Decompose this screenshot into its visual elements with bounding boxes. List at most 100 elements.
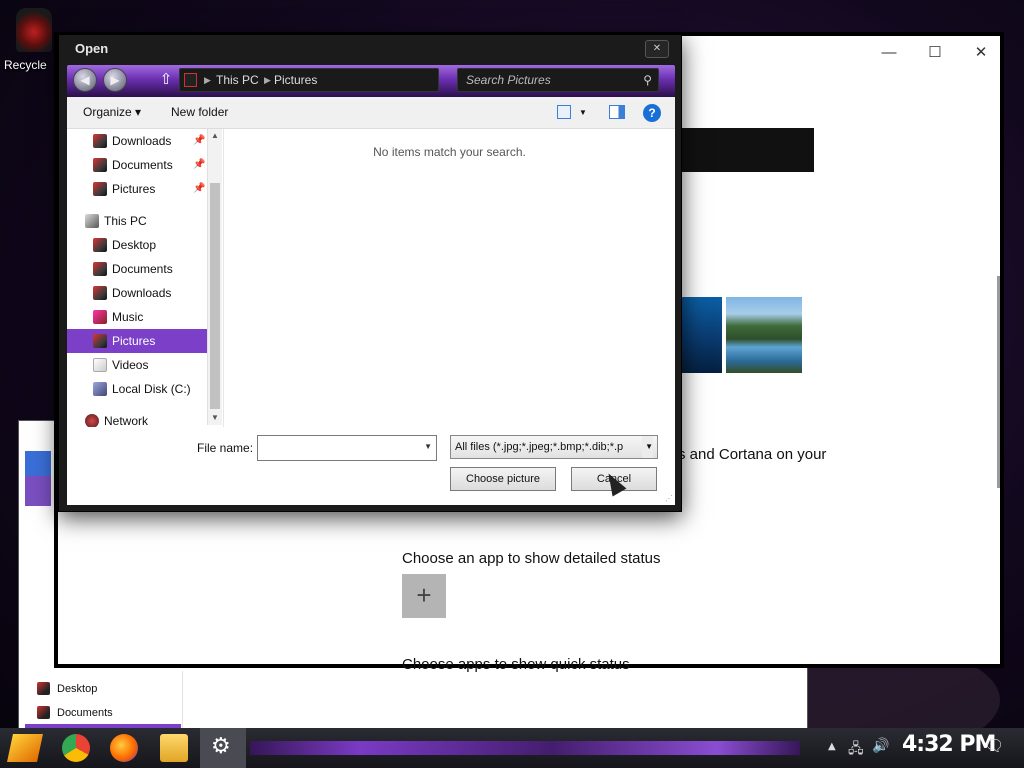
taskbar-clock[interactable]: 4:32 PM — [902, 732, 996, 757]
search-placeholder: Search Pictures — [466, 73, 551, 87]
preview-pane-icon[interactable] — [609, 105, 625, 119]
computer-icon — [85, 214, 99, 228]
bg-nav-label: Desktop — [57, 683, 98, 695]
new-folder-button[interactable]: New folder — [171, 105, 228, 119]
file-explorer-icon[interactable] — [160, 734, 188, 762]
pane-divider[interactable] — [223, 129, 224, 427]
scroll-up-icon[interactable]: ▲ — [208, 129, 222, 143]
settings-taskbar-button[interactable]: ⚙ — [200, 728, 246, 768]
documents-folder-icon — [93, 158, 107, 172]
nav-item-downloads[interactable]: Downloads — [67, 281, 207, 305]
choose-picture-button[interactable]: Choose picture — [450, 467, 556, 491]
network-icon — [85, 414, 99, 427]
breadcrumb-separator-icon: ▶ — [204, 75, 211, 85]
nav-item-network[interactable]: Network — [67, 409, 207, 427]
volume-icon[interactable]: 🔊 — [872, 738, 889, 754]
breadcrumb-separator-icon: ▶ — [264, 75, 271, 85]
notifications-icon[interactable]: 🗨 — [984, 736, 1004, 755]
dialog-content: Downloads 📌 Documents 📌 Pictures 📌 This … — [67, 129, 675, 505]
nav-item-label: Videos — [112, 358, 149, 372]
nav-item-pictures[interactable]: Pictures — [67, 329, 207, 353]
bg-nav-item-documents[interactable]: Documents — [37, 703, 113, 723]
maximize-button[interactable]: ☐ — [912, 40, 958, 66]
nav-item-label: Desktop — [112, 238, 157, 252]
file-type-value: All files (*.jpg;*.jpeg;*.bmp;*.dib;*.p — [455, 441, 624, 453]
documents-folder-icon — [37, 706, 50, 719]
resize-grip-icon[interactable]: ⋰ — [665, 494, 673, 503]
nav-item-label: Network — [104, 414, 149, 427]
dialog-close-button[interactable]: ✕ — [645, 40, 669, 58]
bg-nav-item-desktop[interactable]: Desktop — [37, 679, 98, 699]
file-name-input[interactable]: ▼ — [257, 435, 437, 461]
nav-item-label: Downloads — [112, 286, 172, 300]
pin-icon[interactable]: 📌 — [193, 153, 205, 177]
nav-item-label: Local Disk (C:) — [112, 382, 191, 396]
taskbar-decoration — [250, 741, 800, 755]
quick-status-heading: Choose apps to show quick status — [402, 656, 630, 673]
chevron-down-icon[interactable]: ▼ — [424, 442, 432, 451]
network-tray-icon[interactable]: 🖧 — [848, 738, 864, 762]
background-thumbnail-lake[interactable] — [726, 297, 802, 373]
back-button[interactable]: ◀ — [73, 68, 97, 92]
nav-item-label: Pictures — [112, 334, 156, 348]
pin-icon[interactable]: 📌 — [193, 129, 205, 153]
detailed-status-heading: Choose an app to show detailed status — [402, 550, 661, 567]
navigation-bar: ◀ ▶ ⇧ ▶ This PC ▶ Pictures Search Pictur… — [67, 65, 675, 97]
nav-item-desktop[interactable]: Desktop — [67, 233, 207, 257]
drive-icon — [93, 382, 107, 396]
search-input[interactable]: Search Pictures ⚲ — [457, 68, 659, 92]
downloads-folder-icon — [93, 286, 107, 300]
nav-item-documents[interactable]: Documents — [67, 257, 207, 281]
view-options-icon[interactable] — [557, 105, 571, 119]
tray-expand-icon[interactable]: ▲ — [828, 741, 836, 752]
minimize-button[interactable]: — — [866, 40, 912, 66]
open-file-dialog[interactable]: Open ✕ ◀ ▶ ⇧ ▶ This PC ▶ Pictures Search… — [58, 34, 682, 512]
organize-button[interactable]: Organize ▾ — [83, 105, 141, 119]
breadcrumb-this-pc[interactable]: This PC — [216, 69, 259, 91]
nav-item-label: Downloads — [112, 134, 172, 148]
chrome-icon[interactable] — [62, 734, 90, 762]
close-button[interactable]: ✕ — [958, 40, 1004, 66]
empty-results-message: No items match your search. — [373, 145, 526, 159]
forward-button[interactable]: ▶ — [103, 68, 127, 92]
pictures-folder-icon — [184, 73, 197, 87]
taskbar: ⚙ ▲ 🖧 🔊 4:32 PM 🗨 — [0, 728, 1024, 768]
desktop-folder-icon — [93, 238, 107, 252]
nav-item-downloads-quick[interactable]: Downloads 📌 — [67, 129, 207, 153]
nav-item-label: This PC — [104, 214, 147, 228]
up-arrow-icon[interactable]: ⇧ — [157, 71, 175, 89]
nav-item-label: Documents — [112, 158, 173, 172]
start-button[interactable] — [7, 734, 43, 762]
search-icon: ⚲ — [643, 73, 652, 87]
pictures-folder-icon — [93, 334, 107, 348]
videos-folder-icon — [93, 358, 107, 372]
nav-item-label: Pictures — [112, 182, 156, 196]
firefox-icon[interactable] — [110, 734, 138, 762]
background-thumbnail-underwater[interactable] — [682, 297, 722, 373]
nav-item-this-pc[interactable]: This PC — [67, 209, 207, 233]
nav-item-label: Documents — [112, 262, 173, 276]
scroll-down-icon[interactable]: ▼ — [208, 411, 222, 425]
chevron-down-icon[interactable]: ▼ — [642, 436, 653, 458]
address-bar[interactable]: ▶ This PC ▶ Pictures — [179, 68, 439, 92]
recycle-bin-icon[interactable] — [16, 8, 52, 52]
breadcrumb-pictures[interactable]: Pictures — [274, 69, 317, 91]
ribbon-fragment — [25, 476, 51, 506]
nav-item-pictures-quick[interactable]: Pictures 📌 — [67, 177, 207, 201]
nav-item-documents-quick[interactable]: Documents 📌 — [67, 153, 207, 177]
pin-icon[interactable]: 📌 — [193, 177, 205, 201]
nav-pane-scrollbar[interactable]: ▲ ▼ — [207, 129, 222, 425]
dialog-title: Open — [75, 41, 109, 56]
bg-nav-label: Documents — [57, 707, 113, 719]
gear-icon: ⚙ — [211, 734, 231, 759]
nav-item-local-disk[interactable]: Local Disk (C:) — [67, 377, 207, 401]
file-type-select[interactable]: All files (*.jpg;*.jpeg;*.bmp;*.dib;*.p … — [450, 435, 658, 459]
scrollbar-thumb[interactable] — [210, 183, 220, 409]
nav-item-music[interactable]: Music — [67, 305, 207, 329]
view-dropdown-icon[interactable]: ▼ — [579, 108, 587, 117]
add-detailed-status-app-button[interactable]: + — [402, 574, 446, 618]
help-icon[interactable]: ? — [643, 104, 661, 122]
settings-scrollbar[interactable] — [997, 276, 1000, 488]
nav-item-videos[interactable]: Videos — [67, 353, 207, 377]
navigation-pane: Downloads 📌 Documents 📌 Pictures 📌 This … — [67, 129, 223, 427]
